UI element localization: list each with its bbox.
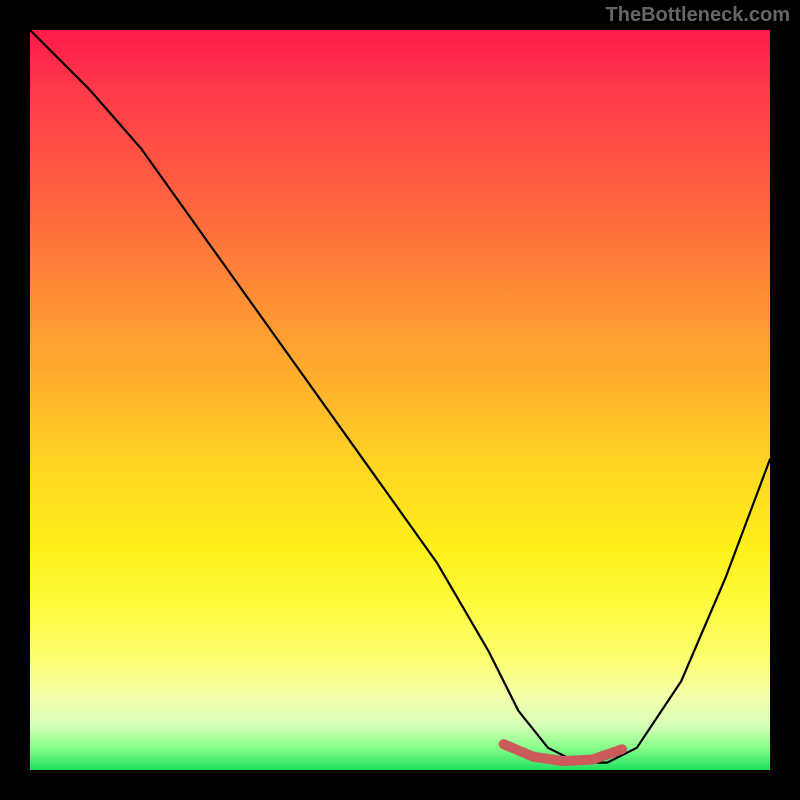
bottom-highlight [504, 744, 622, 761]
bottleneck-curve [30, 30, 770, 763]
curve-layer [30, 30, 770, 770]
plot-area [30, 30, 770, 770]
watermark-text: TheBottleneck.com [606, 4, 790, 27]
